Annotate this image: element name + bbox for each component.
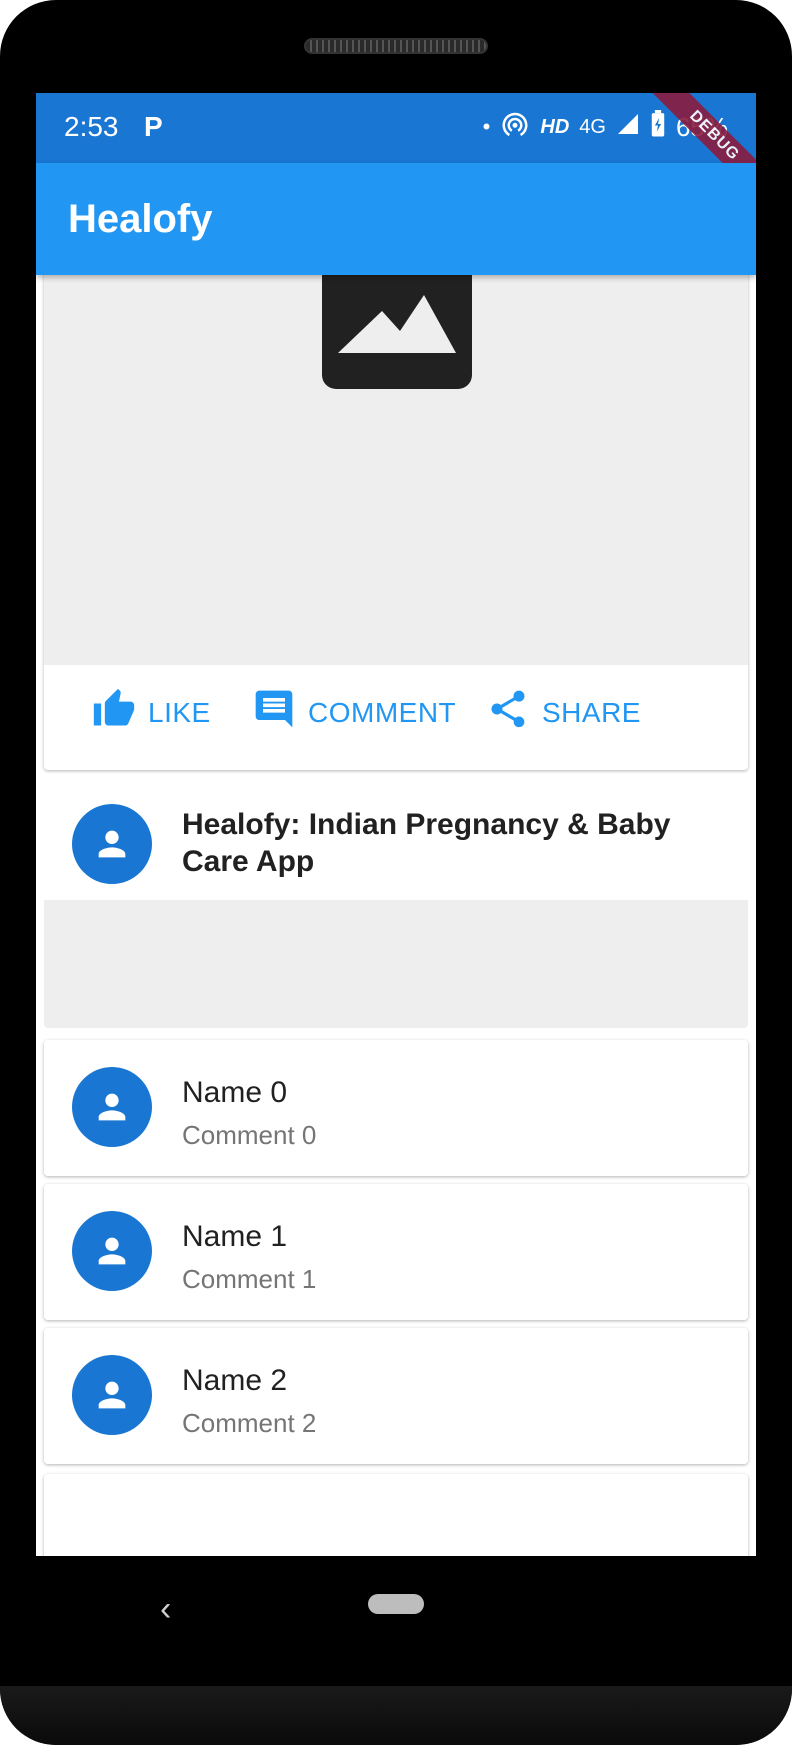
phone-frame: 2:53 P • HD 4G 65% DEBUG Healofy — [0, 0, 792, 1745]
feed[interactable]: LIKE COMMENT SHARE Healofy: Indian Pregn… — [36, 265, 756, 1556]
avatar — [72, 804, 152, 884]
comment-text: Comment 2 — [182, 1408, 317, 1438]
battery-charging-icon — [650, 109, 666, 145]
image-placeholder-icon — [322, 265, 472, 389]
share-icon — [486, 687, 530, 738]
notification-dot: • — [482, 114, 491, 139]
status-time: 2:53 — [64, 111, 119, 142]
person-icon — [98, 1381, 126, 1409]
comment-icon — [252, 687, 296, 738]
home-button[interactable] — [368, 1594, 424, 1614]
comment-author: Name 0 — [182, 1076, 288, 1109]
comment-card[interactable]: Name 2 Comment 2 — [44, 1328, 748, 1464]
comment-text: Comment 1 — [182, 1264, 317, 1294]
back-button[interactable]: ‹ — [160, 1590, 171, 1629]
comment-button[interactable]: COMMENT — [252, 665, 456, 760]
comment-card[interactable]: Name 0 Comment 0 — [44, 1040, 748, 1176]
app-title: Healofy — [68, 197, 213, 241]
post-media-card: LIKE COMMENT SHARE — [44, 265, 748, 770]
network-type: 4G — [579, 115, 606, 138]
thumb-up-icon — [92, 687, 136, 738]
post-header-card[interactable]: Healofy: Indian Pregnancy & Baby Care Ap… — [44, 788, 748, 1028]
like-label: LIKE — [148, 696, 211, 728]
navigation-bar: ‹ — [0, 1556, 792, 1686]
post-image-area — [44, 265, 748, 665]
like-button[interactable]: LIKE — [92, 665, 211, 760]
comment-text: Comment 0 — [182, 1120, 317, 1150]
comment-card-partial — [44, 1474, 748, 1556]
post-actions: LIKE COMMENT SHARE — [44, 665, 748, 760]
person-icon — [98, 1093, 126, 1121]
comment-card[interactable]: Name 1 Comment 1 — [44, 1184, 748, 1320]
person-icon — [98, 1237, 126, 1265]
app-bar: Healofy — [36, 163, 756, 275]
comment-author: Name 2 — [182, 1364, 288, 1397]
avatar — [72, 1067, 152, 1147]
app-notification-icon: P — [144, 111, 163, 142]
hd-indicator: HD — [540, 115, 570, 138]
comment-author: Name 1 — [182, 1220, 288, 1253]
status-bar: 2:53 P • HD 4G 65% DEBUG — [36, 93, 756, 202]
comment-label: COMMENT — [308, 696, 457, 728]
share-button[interactable]: SHARE — [486, 665, 641, 760]
person-icon — [98, 830, 126, 858]
earpiece-speaker — [304, 38, 488, 54]
hotspot-icon — [500, 109, 530, 146]
signal-icon — [616, 112, 640, 143]
phone-chin — [0, 1686, 792, 1745]
avatar — [72, 1211, 152, 1291]
post-image-area — [44, 900, 748, 1028]
post-title: Healofy: Indian Pregnancy & Baby Care Ap… — [182, 808, 671, 878]
avatar — [72, 1355, 152, 1435]
screen: 2:53 P • HD 4G 65% DEBUG Healofy — [36, 93, 756, 1556]
share-label: SHARE — [542, 696, 641, 728]
